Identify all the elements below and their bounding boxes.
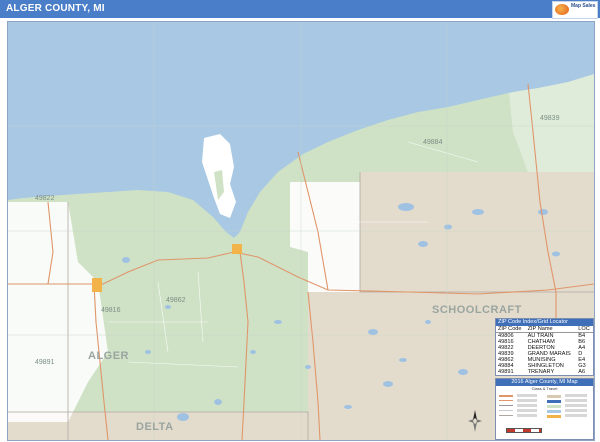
map-legend: 2016 Alger County, MI Map Class & Travel bbox=[495, 378, 594, 440]
zip-code-cell: 49891 bbox=[498, 369, 514, 375]
zip-index-grid: ZIP Code ZIP Name LOC 49806 AU TRAIN B4 … bbox=[496, 326, 593, 375]
legend-title: 2016 Alger County, MI Map bbox=[496, 379, 593, 386]
legend-swatch bbox=[499, 415, 513, 416]
column-header: ZIP Code bbox=[496, 326, 526, 333]
legend-text-placeholder bbox=[517, 409, 537, 412]
zip-label: 49884 bbox=[423, 139, 443, 146]
zip-loc-cell: A6 bbox=[578, 369, 586, 375]
legend-row bbox=[499, 413, 590, 418]
publisher-logo[interactable]: Map Sales bbox=[552, 1, 598, 19]
globe-icon bbox=[555, 4, 569, 15]
town-munising bbox=[232, 244, 242, 254]
title-bar: ALGER COUNTY, MI Map Sales bbox=[0, 0, 600, 19]
legend-swatch bbox=[499, 395, 513, 397]
map-title: ALGER COUNTY, MI bbox=[6, 3, 105, 14]
zip-label: 49816 bbox=[101, 307, 121, 314]
zip-label: 49839 bbox=[540, 115, 560, 122]
county-label-schoolcraft: SCHOOLCRAFT bbox=[432, 304, 522, 316]
scale-bar bbox=[506, 428, 542, 433]
north-arrow-icon bbox=[468, 410, 482, 432]
legend-text-placeholder bbox=[565, 409, 587, 412]
legend-subtitle: Class & Travel bbox=[531, 386, 558, 391]
legend-text-placeholder bbox=[565, 404, 587, 407]
county-label-delta: DELTA bbox=[136, 421, 174, 433]
cleared-area-west bbox=[8, 202, 108, 422]
zip-name-cell: TRENARY bbox=[527, 369, 555, 375]
legend-text-placeholder bbox=[565, 399, 587, 402]
town-chatham bbox=[92, 278, 102, 292]
legend-swatch bbox=[499, 400, 513, 401]
county-label-alger: ALGER bbox=[88, 350, 129, 362]
legend-swatch bbox=[499, 410, 513, 411]
logo-text: Map Sales bbox=[571, 3, 596, 9]
legend-rows bbox=[499, 393, 590, 418]
legend-swatch bbox=[499, 405, 513, 406]
legend-text-placeholder bbox=[517, 404, 537, 407]
legend-text-placeholder bbox=[517, 414, 537, 417]
zip-label: 49822 bbox=[35, 195, 55, 202]
legend-text-placeholder bbox=[565, 394, 587, 397]
table-row: 49891 TRENARY A6 bbox=[496, 369, 593, 375]
legend-text-placeholder bbox=[517, 394, 537, 397]
legend-text-placeholder bbox=[565, 414, 587, 417]
zip-index-title: ZIP Code Index/Grid Locator bbox=[496, 319, 593, 326]
zip-label: 49862 bbox=[166, 297, 186, 304]
zip-index-table: ZIP Code Index/Grid Locator ZIP Code ZIP… bbox=[495, 318, 594, 376]
zip-label: 49891 bbox=[35, 359, 55, 366]
legend-swatch bbox=[547, 415, 561, 418]
legend-text-placeholder bbox=[517, 399, 537, 402]
